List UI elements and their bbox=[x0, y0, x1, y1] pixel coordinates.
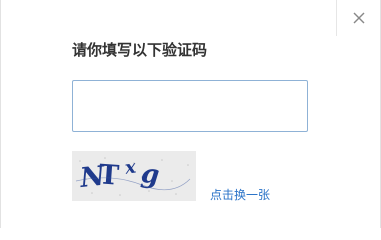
captcha-image[interactable]: N T x g bbox=[72, 151, 196, 201]
captcha-char-2: T bbox=[98, 159, 120, 191]
close-icon bbox=[353, 12, 365, 24]
verification-dialog: 请你填写以下验证码 N T x g 点击换一张 bbox=[0, 0, 381, 228]
refresh-captcha-link[interactable]: 点击换一张 bbox=[210, 187, 270, 203]
dialog-title: 请你填写以下验证码 bbox=[72, 41, 208, 59]
captcha-input[interactable] bbox=[72, 80, 308, 132]
captcha-char-4: g bbox=[139, 159, 160, 191]
close-button[interactable] bbox=[349, 8, 369, 28]
close-separator bbox=[336, 0, 337, 36]
